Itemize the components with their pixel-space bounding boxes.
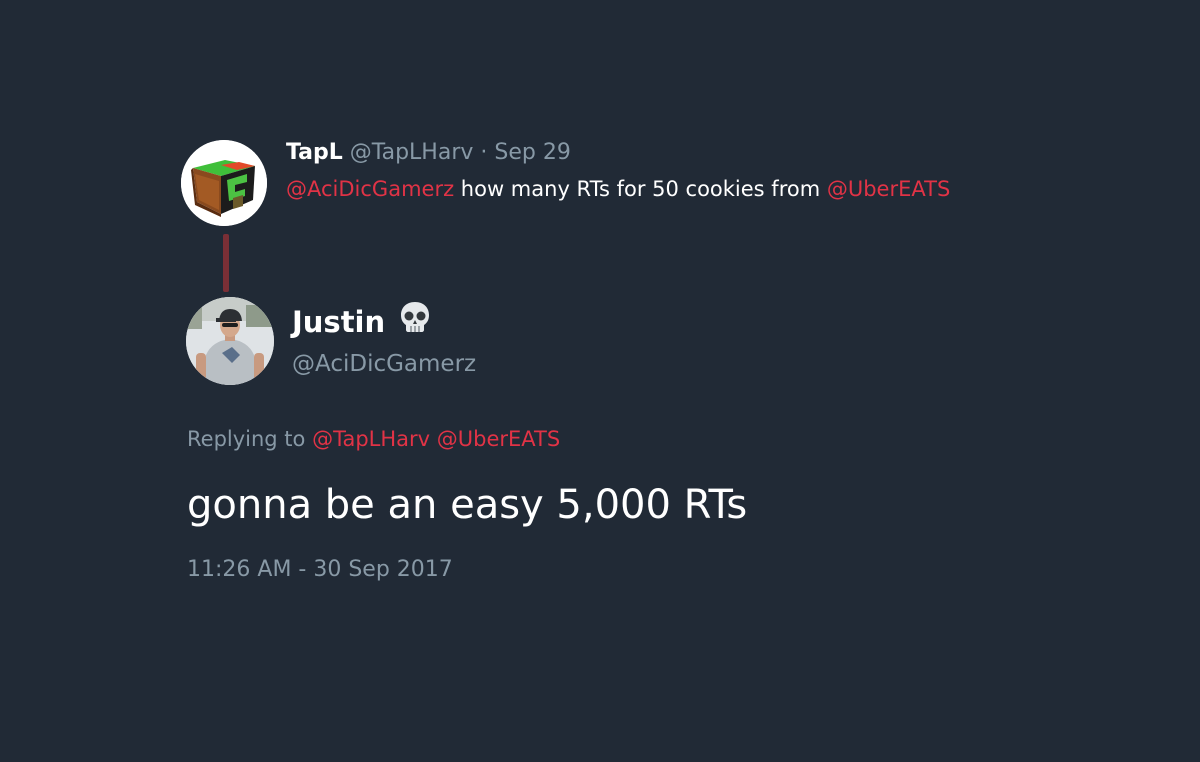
main-author-name-text: Justin — [292, 305, 386, 339]
parent-author-handle[interactable]: @TapLHarv — [350, 140, 474, 165]
mention-link[interactable]: @TapLHarv — [312, 427, 430, 451]
parent-tweet-header: TapL @TapLHarv · Sep 29 — [286, 139, 571, 167]
parent-tweet-date[interactable]: Sep 29 — [494, 140, 570, 165]
mention-link[interactable]: @UberEATS — [437, 427, 560, 451]
main-tweet-avatar[interactable] — [186, 297, 274, 385]
parent-tweet-text: @AciDicGamerz how many RTs for 50 cookie… — [286, 174, 950, 204]
thread-connector-line — [223, 234, 229, 292]
mention-link[interactable]: @UberEATS — [827, 177, 950, 201]
parent-tweet-avatar[interactable] — [181, 140, 267, 226]
skull-emoji-icon — [397, 299, 433, 344]
parent-author-name[interactable]: TapL — [286, 140, 343, 165]
main-tweet-text: gonna be an easy 5,000 RTs — [187, 482, 748, 528]
parent-tweet-body: how many RTs for 50 cookies from — [460, 177, 821, 201]
replying-to-line: Replying to @TapLHarv @UberEATS — [187, 424, 560, 454]
tweet-timestamp[interactable]: 11:26 AM - 30 Sep 2017 — [187, 555, 453, 585]
main-author-handle[interactable]: @AciDicGamerz — [292, 348, 476, 380]
replying-to-label: Replying to — [187, 427, 306, 451]
cube-logo-icon — [181, 140, 267, 226]
main-author-name[interactable]: Justin — [292, 301, 433, 341]
tweet-thread-card: TapL @TapLHarv · Sep 29 @AciDicGamerz ho… — [0, 0, 1200, 762]
user-photo-icon — [186, 297, 274, 385]
header-separator: · — [480, 140, 488, 165]
mention-link[interactable]: @AciDicGamerz — [286, 177, 454, 201]
